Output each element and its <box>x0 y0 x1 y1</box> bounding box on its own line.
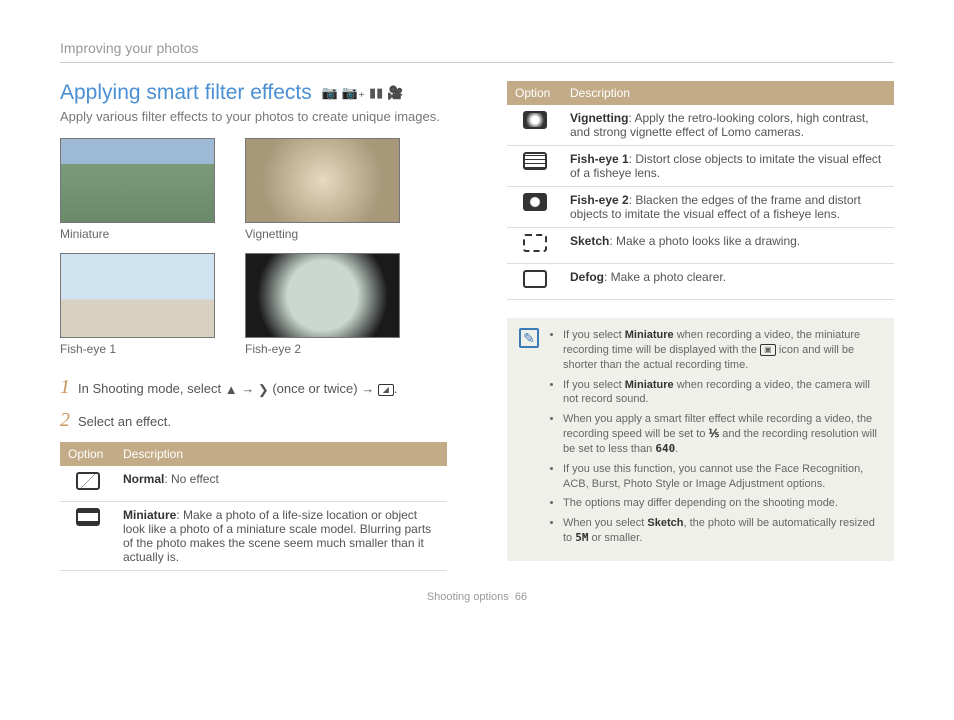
table-row: Normal: No effect <box>60 466 447 502</box>
table-row: Fish-eye 2: Blacken the edges of the fra… <box>507 187 894 228</box>
option-icon-fisheye1 <box>507 146 562 187</box>
table-row: Sketch: Make a photo looks like a drawin… <box>507 228 894 264</box>
right-chevron-icon: ❯ <box>258 382 269 398</box>
table-row: Miniature: Make a photo of a life-size l… <box>60 502 447 571</box>
thumb-image <box>60 253 215 338</box>
thumb-label: Vignetting <box>245 227 400 241</box>
table-row: Fish-eye 1: Distort close objects to imi… <box>507 146 894 187</box>
option-desc: Normal: No effect <box>115 466 447 502</box>
left-column: Applying smart filter effects 📷 📷₊ ▮▮ 🎥 … <box>60 81 447 571</box>
note-item: When you select Sketch, the photo will b… <box>563 516 882 546</box>
thumb-label: Fish-eye 2 <box>245 342 400 356</box>
step-number: 2 <box>60 409 70 432</box>
th-option: Option <box>507 81 562 105</box>
thumb-miniature: Miniature <box>60 138 215 241</box>
option-desc: Sketch: Make a photo looks like a drawin… <box>562 228 894 264</box>
subtitle: Apply various filter effects to your pho… <box>60 109 447 124</box>
thumb-fisheye2: Fish-eye 2 <box>245 253 400 356</box>
filter-icon: ◢ <box>378 384 394 396</box>
th-option: Option <box>60 442 115 466</box>
note-item: If you use this function, you cannot use… <box>563 462 882 492</box>
step-text: Select an effect. <box>78 414 171 429</box>
mode-icons: 📷 📷₊ ▮▮ 🎥 <box>322 85 404 101</box>
breadcrumb: Improving your photos <box>60 40 894 63</box>
note-item: If you select Miniature when recording a… <box>563 378 882 408</box>
note-item: When you apply a smart filter effect whi… <box>563 412 882 457</box>
page-footer: Shooting options 66 <box>60 591 894 603</box>
rec-icon: ▣ <box>760 344 776 356</box>
thumb-image <box>245 253 400 338</box>
option-icon-fisheye2 <box>507 187 562 228</box>
video-icon: 🎥 <box>387 85 403 101</box>
th-description: Description <box>115 442 447 466</box>
thumb-fisheye1: Fish-eye 1 <box>60 253 215 356</box>
up-triangle-icon: ▲ <box>225 382 238 397</box>
page-number: 66 <box>515 591 527 603</box>
camera-plus-icon: 📷₊ <box>342 85 365 101</box>
thumb-image <box>60 138 215 223</box>
option-desc: Fish-eye 1: Distort close objects to imi… <box>562 146 894 187</box>
thumb-vignetting: Vignetting <box>245 138 400 241</box>
option-desc: Miniature: Make a photo of a life-size l… <box>115 502 447 571</box>
options-table-1: Option Description Normal: No effect Min… <box>60 442 447 571</box>
camera-icon: 📷 <box>322 85 338 101</box>
title-text: Applying smart filter effects <box>60 81 312 105</box>
thumb-label: Fish-eye 1 <box>60 342 215 356</box>
note-box: ✎ If you select Miniature when recording… <box>507 318 894 561</box>
note-icon: ✎ <box>519 328 539 348</box>
speed-icon: ⅕ <box>709 428 720 440</box>
option-icon-vignetting <box>507 105 562 146</box>
option-icon-defog <box>507 264 562 300</box>
thumb-image <box>245 138 400 223</box>
option-desc: Defog: Make a photo clearer. <box>562 264 894 300</box>
page-title: Applying smart filter effects 📷 📷₊ ▮▮ 🎥 <box>60 81 447 105</box>
th-description: Description <box>562 81 894 105</box>
steps-list: 1 In Shooting mode, select ▲ → ❯ (once o… <box>60 376 447 432</box>
right-column: Option Description Vignetting: Apply the… <box>507 81 894 571</box>
note-list: If you select Miniature when recording a… <box>549 328 882 551</box>
step-2: 2 Select an effect. <box>60 409 447 432</box>
dual-icon: ▮▮ <box>369 85 383 101</box>
note-item: The options may differ depending on the … <box>563 496 882 511</box>
footer-section: Shooting options <box>427 591 509 603</box>
thumbnail-grid: Miniature Vignetting Fish-eye 1 Fish-eye… <box>60 138 447 356</box>
step-number: 1 <box>60 376 70 399</box>
thumb-label: Miniature <box>60 227 215 241</box>
step-1: 1 In Shooting mode, select ▲ → ❯ (once o… <box>60 376 447 399</box>
table-row: Vignetting: Apply the retro-looking colo… <box>507 105 894 146</box>
table-row: Defog: Make a photo clearer. <box>507 264 894 300</box>
option-icon-normal <box>60 466 115 502</box>
option-icon-miniature <box>60 502 115 571</box>
option-desc: Vignetting: Apply the retro-looking colo… <box>562 105 894 146</box>
options-table-2: Option Description Vignetting: Apply the… <box>507 81 894 300</box>
step-text: In Shooting mode, select ▲ → ❯ (once or … <box>78 381 397 398</box>
option-desc: Fish-eye 2: Blacken the edges of the fra… <box>562 187 894 228</box>
note-item: If you select Miniature when recording a… <box>563 328 882 373</box>
option-icon-sketch <box>507 228 562 264</box>
